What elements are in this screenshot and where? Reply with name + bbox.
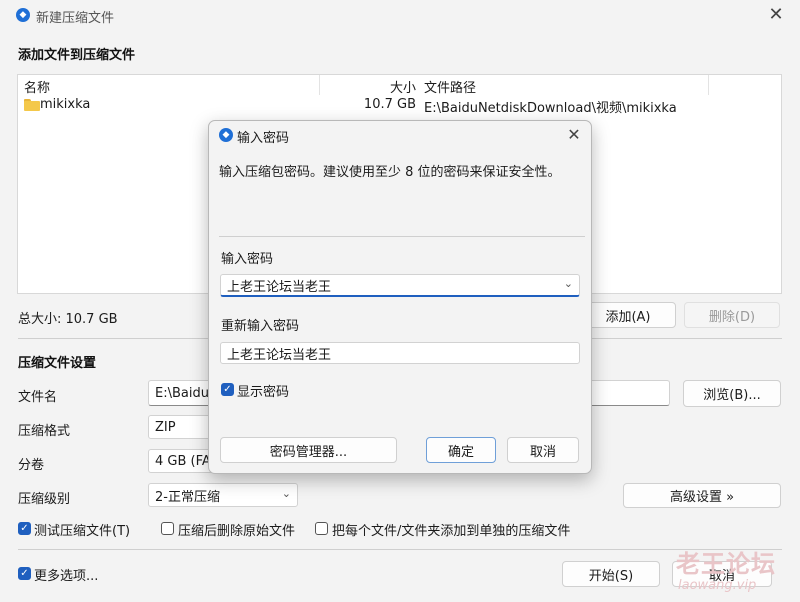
delete-button[interactable]: 删除(D)	[684, 302, 780, 328]
ok-button[interactable]: 确定	[426, 437, 496, 463]
reenter-password-value: 上老王论坛当老王	[227, 347, 332, 363]
column-size-header[interactable]: 大小	[320, 77, 416, 96]
delete-after-label[interactable]: 压缩后删除原始文件	[178, 520, 295, 539]
settings-section-title: 压缩文件设置	[18, 356, 97, 371]
folder-icon	[24, 99, 40, 111]
password-manager-button[interactable]: 密码管理器...	[220, 437, 397, 463]
dialog-close-icon[interactable]: ✕	[565, 127, 583, 143]
add-button[interactable]: 添加(A)	[580, 302, 676, 328]
dialog-description: 输入压缩包密码。建议使用至少 8 位的密码来保证安全性。	[219, 165, 561, 180]
level-label: 压缩级别	[18, 492, 71, 507]
test-archive-checkbox[interactable]: ✓	[18, 522, 31, 535]
password-input[interactable]: 上老王论坛当老王 ⌄	[220, 274, 580, 297]
watermark-url: laowang.vip	[678, 578, 757, 593]
files-section-title: 添加文件到压缩文件	[18, 48, 136, 63]
dialog-title: 输入密码	[237, 131, 290, 146]
file-path: E:\BaiduNetdiskDownload\视频\mikixka	[424, 101, 677, 116]
watermark-text: 老王论坛	[676, 550, 776, 578]
level-select[interactable]: 2-正常压缩 ⌄	[148, 483, 298, 507]
dialog-cancel-button[interactable]: 取消	[507, 437, 579, 463]
more-options-label[interactable]: 更多选项...	[34, 565, 98, 584]
format-value: ZIP	[155, 419, 176, 435]
chevron-down-icon[interactable]: ⌄	[564, 277, 573, 290]
password-label: 输入密码	[221, 252, 274, 267]
test-archive-label[interactable]: 测试压缩文件(T)	[34, 520, 130, 539]
column-path-header[interactable]: 文件路径	[424, 77, 476, 96]
password-value: 上老王论坛当老王	[227, 279, 332, 295]
column-name-header[interactable]: 名称	[24, 77, 50, 96]
password-dialog: ◆ 输入密码 ✕ 输入压缩包密码。建议使用至少 8 位的密码来保证安全性。 输入…	[208, 120, 592, 474]
app-icon: ◆	[16, 8, 30, 22]
window-title: 新建压缩文件	[36, 11, 115, 26]
show-password-label[interactable]: 显示密码	[237, 381, 289, 400]
chevron-down-icon: ⌄	[281, 487, 291, 500]
filename-label: 文件名	[18, 390, 58, 405]
start-button[interactable]: 开始(S)	[562, 561, 660, 587]
file-size: 10.7 GB	[363, 97, 416, 112]
table-row[interactable]: mikixka 10.7 GB E:\BaiduNetdiskDownload\…	[18, 95, 781, 116]
delete-after-checkbox[interactable]	[161, 522, 174, 535]
window-close-icon[interactable]: ✕	[766, 6, 786, 24]
each-separate-checkbox[interactable]	[315, 522, 328, 535]
reenter-password-input[interactable]: 上老王论坛当老王	[220, 342, 580, 364]
browse-button[interactable]: 浏览(B)...	[683, 380, 781, 407]
dialog-app-icon: ◆	[219, 128, 233, 142]
reenter-password-label: 重新输入密码	[221, 319, 300, 334]
show-password-checkbox[interactable]: ✓	[221, 383, 234, 396]
divider	[219, 236, 585, 237]
total-size-label: 总大小: 10.7 GB	[18, 312, 118, 327]
format-label: 压缩格式	[18, 424, 71, 439]
column-separator[interactable]	[708, 75, 709, 95]
split-label: 分卷	[18, 458, 45, 473]
file-name: mikixka	[40, 97, 91, 112]
each-separate-label[interactable]: 把每个文件/文件夹添加到单独的压缩文件	[332, 520, 570, 539]
divider	[18, 549, 782, 550]
more-options-checkbox[interactable]: ✓	[18, 567, 31, 580]
level-value: 2-正常压缩	[155, 489, 220, 505]
advanced-settings-button[interactable]: 高级设置 »	[623, 483, 781, 508]
